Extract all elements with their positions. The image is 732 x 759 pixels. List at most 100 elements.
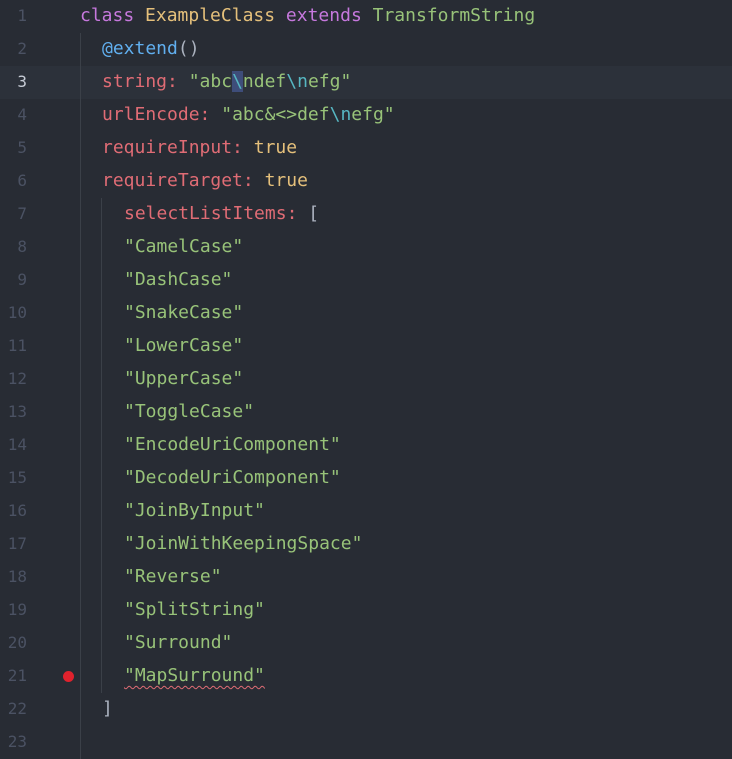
code-token: () — [177, 38, 200, 59]
code-token: requireTarget — [102, 170, 243, 191]
code-text: @extend() — [102, 38, 200, 60]
code-token: \n — [329, 104, 352, 125]
indent-guide — [101, 594, 102, 627]
indent-guide — [80, 264, 81, 297]
code-token: "DecodeUriComponent" — [124, 467, 341, 488]
editor-line[interactable]: 3 string: "abc\ndef\nefg" — [0, 66, 732, 99]
line-number[interactable]: 6 — [0, 170, 27, 192]
indent-guide — [101, 495, 102, 528]
editor-line[interactable]: 4 urlEncode: "abc&<>def\nefg" — [0, 99, 732, 132]
line-number[interactable]: 15 — [0, 467, 27, 489]
code-token: "JoinWithKeepingSpace" — [124, 533, 363, 554]
lint-error-token: "MapSurround" — [124, 665, 265, 686]
editor-line[interactable]: 17 "JoinWithKeepingSpace" — [0, 528, 732, 561]
editor-line[interactable]: 1 class ExampleClass extends TransformStr… — [0, 0, 732, 33]
code-token: true — [264, 170, 308, 191]
line-number[interactable]: 3 — [0, 71, 27, 93]
indent-guide — [80, 363, 81, 396]
indent-guide — [80, 561, 81, 594]
code-token: extends — [285, 5, 362, 26]
editor-line[interactable]: 21 "MapSurround" — [0, 660, 732, 693]
code-text: string: "abc\ndef\nefg" — [102, 71, 351, 93]
code-token: "CamelCase" — [124, 236, 244, 257]
indent-guide — [101, 363, 102, 396]
code-token: "Reverse" — [124, 566, 222, 587]
code-token: efg" — [351, 104, 395, 125]
code-token: @extend — [102, 38, 178, 59]
editor-line[interactable]: 22] — [0, 693, 732, 726]
line-number[interactable]: 7 — [0, 203, 27, 225]
editor-line[interactable]: 5 requireInput: true — [0, 132, 732, 165]
breakpoint-icon[interactable] — [63, 671, 74, 682]
code-token: true — [253, 137, 298, 158]
code-token: [ — [308, 203, 320, 224]
indent-guide — [101, 396, 102, 429]
editor-line[interactable]: 10 "SnakeCase" — [0, 297, 732, 330]
code-token: "LowerCase" — [124, 335, 244, 356]
code-token: urlEncode — [102, 104, 200, 125]
indent-guide — [80, 66, 81, 99]
code-text: selectListItems: [ — [124, 203, 319, 225]
indent-guide — [80, 693, 81, 726]
line-number[interactable]: 22 — [0, 698, 27, 720]
editor-line[interactable]: 23 — [0, 726, 732, 759]
editor-line[interactable]: 13 "ToggleCase" — [0, 396, 732, 429]
line-number[interactable]: 19 — [0, 599, 27, 621]
code-text: "UpperCase" — [124, 368, 243, 390]
line-number[interactable]: 21 — [0, 665, 27, 687]
line-number[interactable]: 18 — [0, 566, 27, 588]
code-text: "JoinByInput" — [124, 500, 265, 522]
code-token: : — [167, 71, 189, 92]
editor-line[interactable]: 8 "CamelCase" — [0, 231, 732, 264]
editor-line[interactable]: 16 "JoinByInput" — [0, 495, 732, 528]
line-number[interactable]: 17 — [0, 533, 27, 555]
editor-line[interactable]: 14 "EncodeUriComponent" — [0, 429, 732, 462]
line-number[interactable]: 20 — [0, 632, 27, 654]
line-number[interactable]: 9 — [0, 269, 27, 291]
indent-guide — [80, 297, 81, 330]
line-number[interactable]: 2 — [0, 38, 27, 60]
code-token: "Surround" — [124, 632, 233, 653]
line-number[interactable]: 1 — [0, 5, 27, 27]
code-token: "JoinByInput" — [124, 500, 265, 521]
code-text: "ToggleCase" — [124, 401, 254, 423]
indent-guide — [80, 231, 81, 264]
editor-line[interactable]: 18 "Reverse" — [0, 561, 732, 594]
code-editor[interactable]: 1 class ExampleClass extends TransformStr… — [0, 0, 732, 759]
indent-guide — [80, 726, 81, 759]
editor-line[interactable]: 12 "UpperCase" — [0, 363, 732, 396]
editor-line[interactable]: 6 requireTarget: true — [0, 165, 732, 198]
editor-line[interactable]: 7 selectListItems: [ — [0, 198, 732, 231]
line-number[interactable]: 4 — [0, 104, 27, 126]
line-number[interactable]: 10 — [0, 302, 27, 324]
code-token: selectListItems — [124, 203, 287, 224]
code-token: : — [232, 137, 254, 158]
code-text: "SplitString" — [124, 599, 265, 621]
line-number[interactable]: 16 — [0, 500, 27, 522]
editor-line[interactable]: 20 "Surround" — [0, 627, 732, 660]
code-token: "SnakeCase" — [124, 302, 244, 323]
code-text: "LowerCase" — [124, 335, 243, 357]
line-number[interactable]: 12 — [0, 368, 27, 390]
code-text: requireTarget: true — [102, 170, 308, 192]
indent-guide — [101, 528, 102, 561]
code-token: "abc — [188, 71, 233, 92]
code-text: class ExampleClass extends TransformStri… — [80, 5, 535, 27]
editor-line[interactable]: 2 @extend() — [0, 33, 732, 66]
code-token: "DashCase" — [124, 269, 233, 290]
editor-line[interactable]: 11 "LowerCase" — [0, 330, 732, 363]
line-number[interactable]: 14 — [0, 434, 27, 456]
line-number[interactable]: 13 — [0, 401, 27, 423]
code-text: "DecodeUriComponent" — [124, 467, 341, 489]
code-token: string — [102, 71, 168, 92]
line-number[interactable]: 23 — [0, 731, 27, 753]
editor-line[interactable]: 19 "SplitString" — [0, 594, 732, 627]
line-number[interactable]: 5 — [0, 137, 27, 159]
editor-line[interactable]: 15 "DecodeUriComponent" — [0, 462, 732, 495]
line-number[interactable]: 8 — [0, 236, 27, 258]
code-token: ndef — [242, 71, 287, 92]
editor-line[interactable]: 9 "DashCase" — [0, 264, 732, 297]
indent-guide — [101, 231, 102, 264]
indent-guide — [80, 627, 81, 660]
line-number[interactable]: 11 — [0, 335, 27, 357]
